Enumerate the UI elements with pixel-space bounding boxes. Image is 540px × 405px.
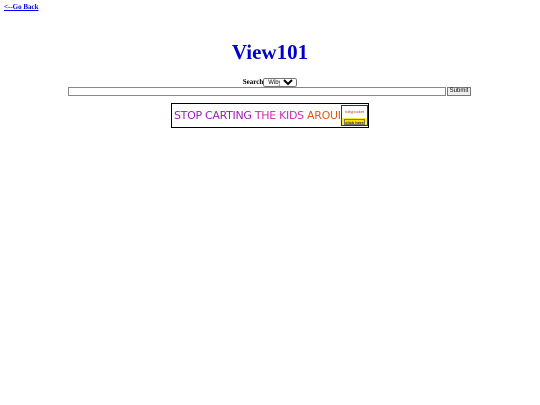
search-input[interactable] (68, 87, 446, 96)
banner-text-2: THE KIDS (254, 109, 308, 122)
search-label: Search (242, 78, 264, 87)
page-title: View101 (231, 40, 309, 64)
banner-logo-text: rollypocket (342, 106, 367, 118)
banner-text-3: AROUND. (307, 109, 340, 122)
banner-text-1: STOP CARTING (174, 109, 255, 122)
banner-slogan: STOP CARTING THE KIDS AROUND. (174, 107, 340, 125)
search-bar: Search Wiby (0, 78, 540, 87)
ad-banner[interactable]: STOP CARTING THE KIDS AROUND. rollypocke… (171, 103, 369, 128)
go-back-link[interactable]: <--Go Back (4, 3, 39, 11)
query-row: Submit (68, 87, 472, 96)
banner-click-button[interactable]: click here (344, 119, 365, 125)
banner-logo[interactable]: rollypocket click here (341, 105, 368, 126)
search-engine-select[interactable]: Wiby (263, 78, 298, 87)
submit-button[interactable]: Submit (447, 87, 471, 96)
